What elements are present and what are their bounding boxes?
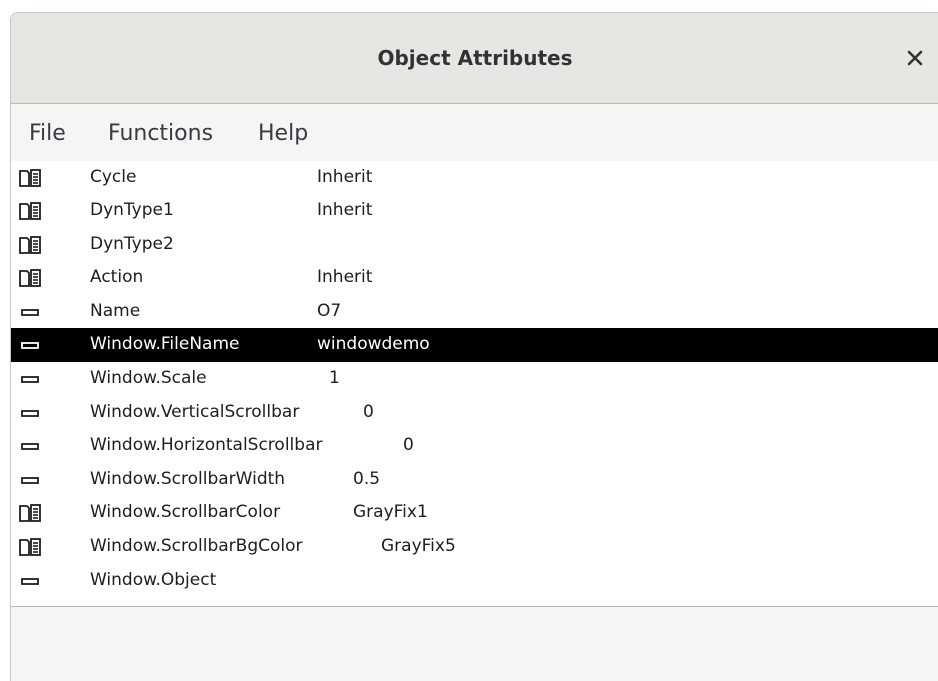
folder-list-icon[interactable] bbox=[19, 268, 43, 288]
title-bar[interactable]: Object Attributes bbox=[11, 13, 938, 104]
attribute-row[interactable]: DynType2 bbox=[11, 228, 938, 261]
attribute-name: Window.VerticalScrollbar bbox=[90, 402, 300, 422]
menu-bar: File Functions Help bbox=[11, 104, 938, 161]
close-icon bbox=[907, 50, 923, 66]
attribute-name: Name bbox=[90, 301, 141, 321]
folder-list-icon[interactable] bbox=[19, 168, 43, 188]
attribute-row[interactable]: Window.HorizontalScrollbar 0 bbox=[11, 429, 938, 463]
attribute-value: GrayFix1 bbox=[353, 502, 428, 522]
attribute-value: 1 bbox=[329, 368, 340, 388]
attribute-value: Inherit bbox=[317, 167, 373, 187]
attribute-dash-icon bbox=[19, 403, 43, 423]
attribute-name: Window.Object bbox=[90, 570, 217, 590]
folder-list-icon[interactable] bbox=[19, 235, 43, 255]
attribute-value: 0 bbox=[363, 402, 374, 422]
attribute-name: DynType1 bbox=[90, 200, 174, 220]
attribute-name: DynType2 bbox=[90, 234, 174, 254]
attribute-name: Cycle bbox=[90, 167, 137, 187]
attribute-row[interactable]: Window.FileName windowdemo bbox=[11, 328, 938, 362]
attribute-dash-icon bbox=[19, 571, 43, 591]
attribute-row[interactable]: Window.ScrollbarBgColor GrayFix5 bbox=[11, 530, 938, 564]
attribute-row[interactable]: Window.ScrollbarWidth 0.5 bbox=[11, 463, 938, 496]
attribute-dash-icon bbox=[19, 302, 43, 322]
attribute-value: 0.5 bbox=[353, 469, 381, 489]
window-title: Object Attributes bbox=[377, 46, 573, 70]
attribute-value: O7 bbox=[317, 301, 342, 321]
attribute-row[interactable]: DynType1 Inherit bbox=[11, 194, 938, 228]
menu-help[interactable]: Help bbox=[258, 104, 308, 161]
attribute-dash-icon bbox=[19, 335, 43, 355]
folder-list-icon[interactable] bbox=[19, 503, 43, 523]
attribute-row[interactable]: Window.ScrollbarColor GrayFix1 bbox=[11, 496, 938, 530]
attribute-dash-icon bbox=[19, 436, 43, 456]
attribute-list: Cycle Inherit DynType1 Inherit DynType2 Actio… bbox=[11, 161, 938, 607]
attribute-row[interactable]: Window.Object bbox=[11, 564, 938, 597]
attribute-row[interactable]: Window.VerticalScrollbar 0 bbox=[11, 396, 938, 429]
close-button[interactable] bbox=[897, 40, 933, 76]
folder-list-icon[interactable] bbox=[19, 537, 43, 557]
attribute-name: Action bbox=[90, 267, 144, 287]
attribute-dash-icon bbox=[19, 470, 43, 490]
attribute-row[interactable]: Action Inherit bbox=[11, 261, 938, 295]
page: Object Attributes File Functions Help Cy… bbox=[0, 0, 938, 681]
attribute-row[interactable]: Cycle Inherit bbox=[11, 161, 938, 194]
attribute-value: Inherit bbox=[317, 267, 373, 287]
attribute-value: 0 bbox=[403, 435, 414, 455]
menu-file[interactable]: File bbox=[29, 104, 66, 161]
attribute-dash-icon bbox=[19, 369, 43, 389]
attribute-row[interactable]: Name O7 bbox=[11, 295, 938, 328]
attribute-value: GrayFix5 bbox=[381, 536, 456, 556]
attribute-name: Window.ScrollbarColor bbox=[90, 502, 281, 522]
attribute-name: Window.HorizontalScrollbar bbox=[90, 435, 323, 455]
attribute-name: Window.ScrollbarWidth bbox=[90, 469, 286, 489]
object-attributes-window: Object Attributes File Functions Help Cy… bbox=[10, 12, 938, 681]
attribute-value: Inherit bbox=[317, 200, 373, 220]
menu-functions[interactable]: Functions bbox=[108, 104, 213, 161]
attribute-value: windowdemo bbox=[317, 334, 430, 354]
attribute-row[interactable]: Window.Scale 1 bbox=[11, 362, 938, 396]
folder-list-icon[interactable] bbox=[19, 201, 43, 221]
attribute-name: Window.ScrollbarBgColor bbox=[90, 536, 303, 556]
status-area bbox=[11, 607, 938, 681]
attribute-name: Window.Scale bbox=[90, 368, 207, 388]
attribute-name: Window.FileName bbox=[90, 334, 240, 354]
